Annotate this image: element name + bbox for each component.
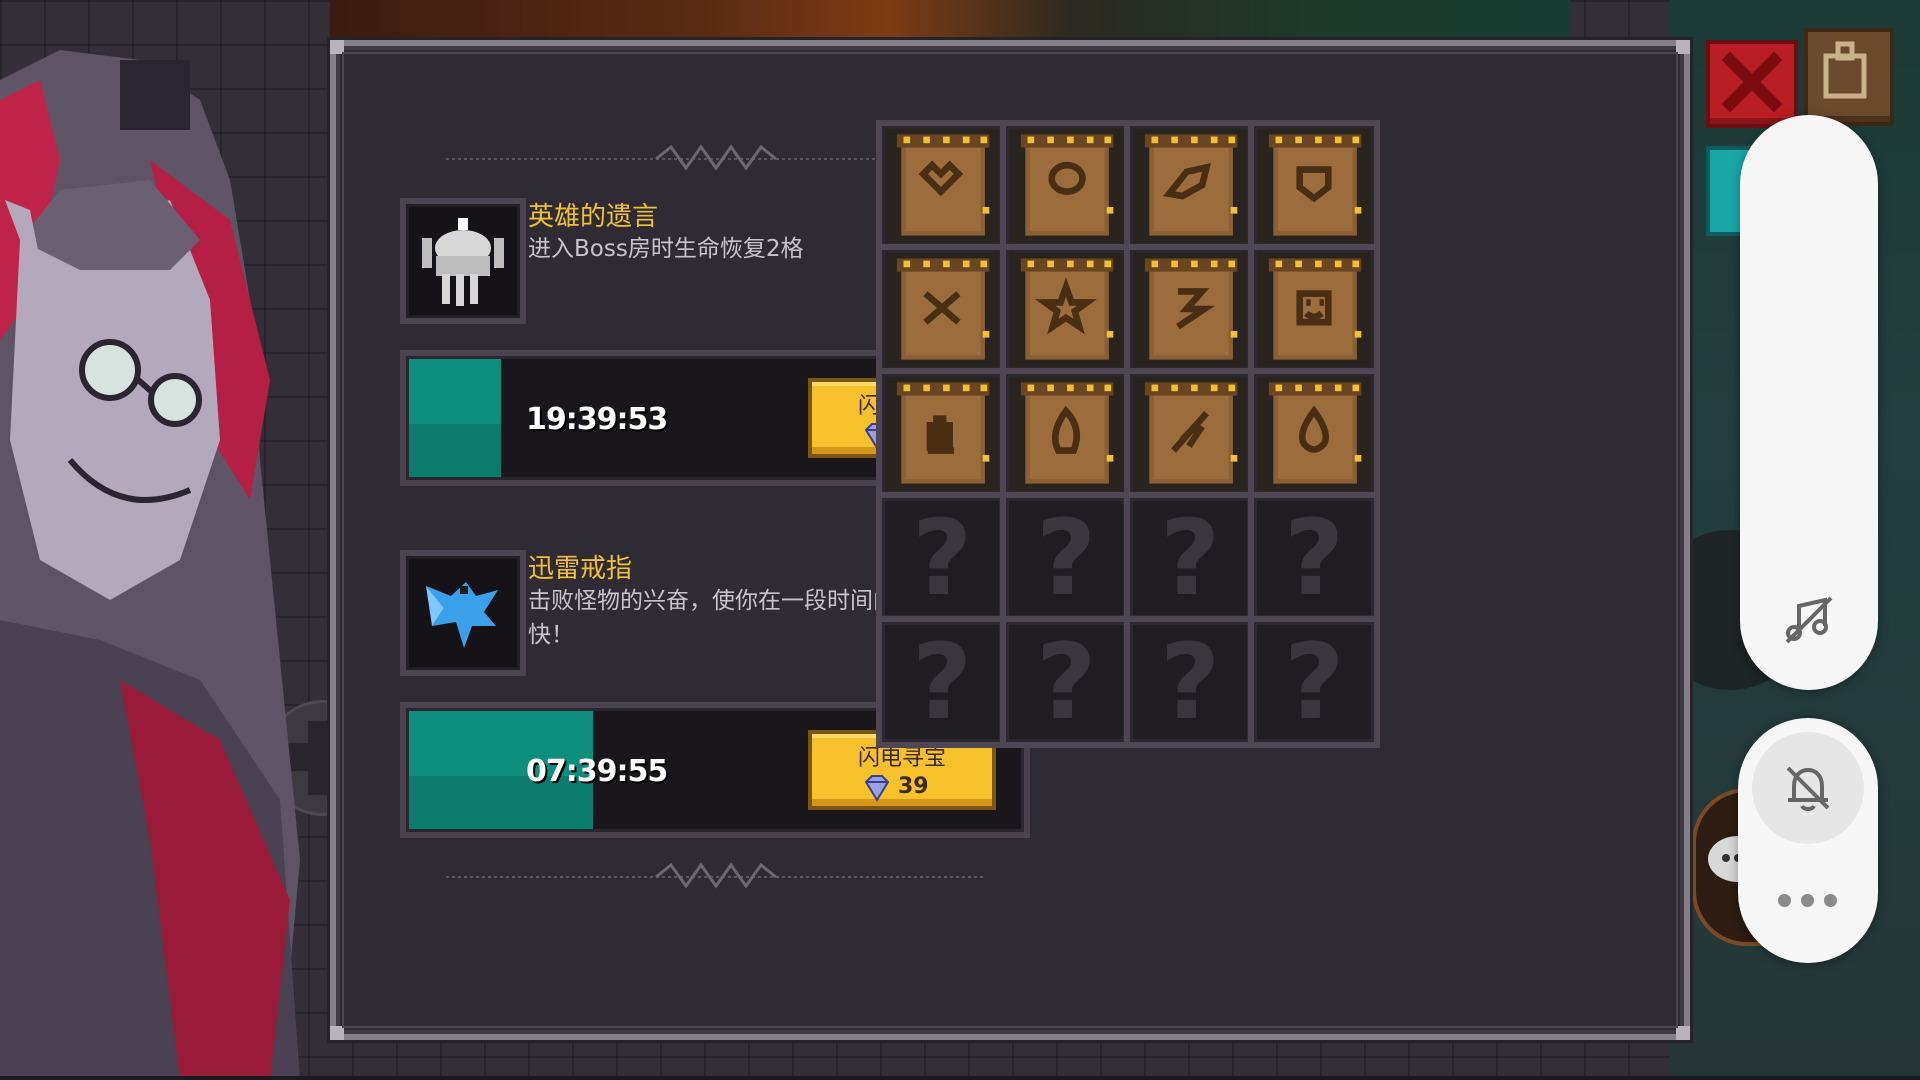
question-mark-icon: ?	[1159, 621, 1221, 743]
scroll-heart-icon	[896, 134, 990, 236]
scroll-feather-icon	[1144, 382, 1238, 484]
locked-slot[interactable]: ?	[1124, 616, 1256, 748]
floating-toolbar-secondary	[1738, 718, 1878, 963]
scroll-slot[interactable]	[1124, 244, 1256, 376]
scroll-slot[interactable]	[1248, 244, 1380, 376]
panel-corner	[330, 40, 344, 54]
scroll-slot[interactable]	[1000, 120, 1132, 252]
timer-progress-fill	[409, 359, 501, 477]
scroll-shield-icon	[1268, 134, 1362, 236]
scroll-slot[interactable]	[1124, 368, 1256, 500]
question-mark-icon: ?	[1283, 621, 1345, 743]
close-button[interactable]	[1706, 40, 1798, 128]
countdown-timer: 07:39:55	[526, 754, 668, 789]
locked-slot[interactable]: ?	[1124, 492, 1256, 624]
bell-off-button[interactable]	[1752, 732, 1864, 844]
scroll-slot[interactable]	[1248, 368, 1380, 500]
gem-cost: 39	[862, 774, 929, 799]
relic-icon-ring[interactable]	[400, 550, 526, 676]
locked-slot[interactable]: ?	[876, 492, 1008, 624]
panel-corner	[1676, 40, 1690, 54]
question-mark-icon: ?	[1035, 497, 1097, 619]
relic-icon-helmet[interactable]	[400, 198, 526, 324]
countdown-timer: 19:39:53	[526, 402, 668, 437]
floating-toolbar	[1740, 115, 1878, 690]
scroll-slot[interactable]	[1248, 120, 1380, 252]
close-icon	[1722, 52, 1782, 112]
scroll-slot[interactable]	[876, 120, 1008, 252]
scroll-face-icon	[1268, 258, 1362, 360]
panel-corner	[1676, 1026, 1690, 1040]
question-mark-icon: ?	[1283, 497, 1345, 619]
scroll-ring-icon	[1020, 134, 1114, 236]
heros-helmet-icon	[422, 218, 504, 306]
merchant-portrait	[0, 50, 300, 1080]
locked-slot[interactable]: ?	[1000, 616, 1132, 748]
bell-off-icon	[1786, 766, 1830, 811]
question-mark-icon: ?	[911, 497, 973, 619]
relic-title: 迅雷戒指	[528, 554, 633, 584]
scroll-slot[interactable]	[876, 244, 1008, 376]
scroll-drop-icon	[1268, 382, 1362, 484]
question-mark-icon: ?	[1159, 497, 1221, 619]
blue-bird-icon	[426, 582, 498, 648]
locked-slot[interactable]: ?	[1248, 492, 1380, 624]
gem-cost-value: 39	[898, 774, 929, 799]
ornament-divider-bottom	[446, 862, 986, 889]
scroll-claw-icon	[1144, 134, 1238, 236]
bottom-strip	[0, 1076, 1920, 1080]
locked-slot[interactable]: ?	[876, 616, 1008, 748]
relic-panel: 英雄的遗言 进入Boss房时生命恢复2格 19:39:53 闪电寻宝 99 迅雷…	[330, 40, 1690, 1040]
scroll-flame-icon	[1020, 382, 1114, 484]
scroll-slot[interactable]	[1000, 368, 1132, 500]
locked-slot[interactable]: ?	[1000, 492, 1132, 624]
scroll-star-icon	[1020, 258, 1114, 360]
question-mark-icon: ?	[911, 621, 973, 743]
scroll-hand-icon	[896, 382, 990, 484]
scroll-slot[interactable]	[1000, 244, 1132, 376]
scroll-x-icon	[896, 258, 990, 360]
scroll-slot[interactable]	[876, 368, 1008, 500]
music-off-icon	[1785, 596, 1833, 644]
backpack-button[interactable]	[1804, 28, 1894, 126]
locked-slot[interactable]: ?	[1248, 616, 1380, 748]
more-dots-icon[interactable]	[1776, 890, 1840, 910]
music-off-button[interactable]	[1774, 585, 1844, 655]
relic-title: 英雄的遗言	[528, 202, 659, 232]
scroll-slot[interactable]	[1124, 120, 1256, 252]
backpack-icon	[1823, 41, 1867, 99]
panel-corner	[330, 1026, 344, 1040]
scroll-rune-icon	[1144, 258, 1238, 360]
question-mark-icon: ?	[1035, 621, 1097, 743]
